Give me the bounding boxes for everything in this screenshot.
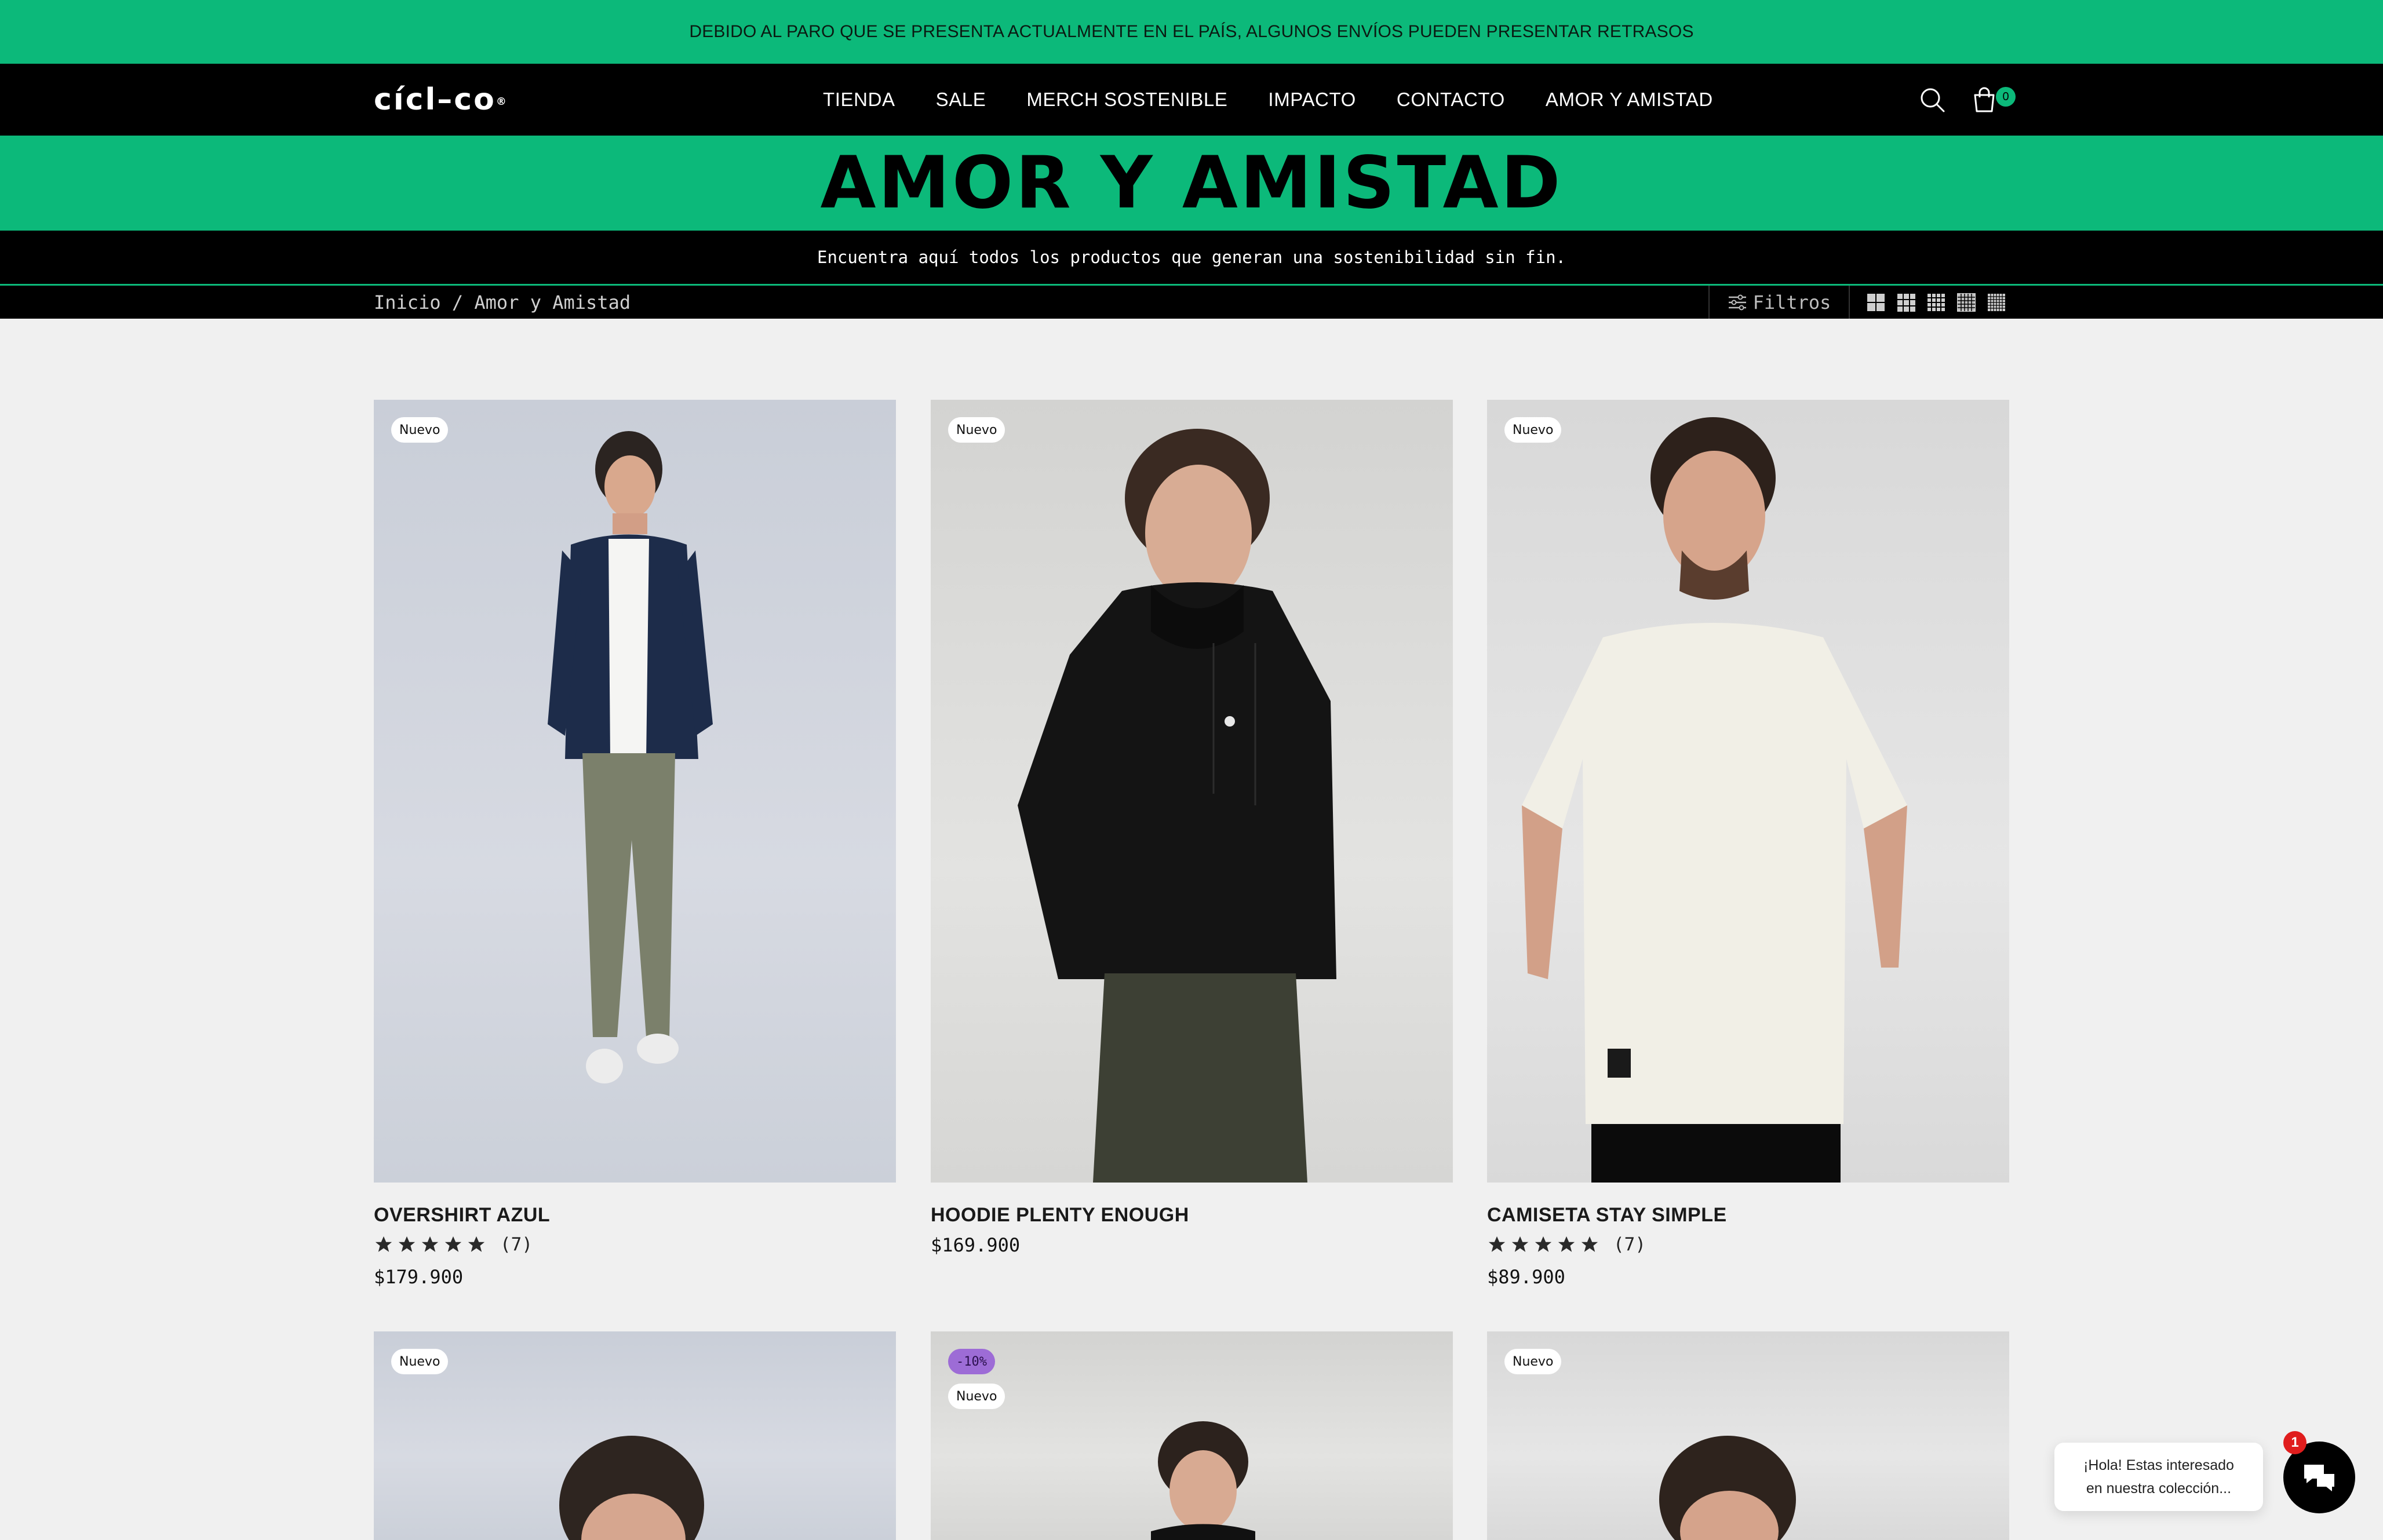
nav-amor-y-amistad[interactable]: AMOR Y AMISTAD (1546, 89, 1713, 111)
nav-sale[interactable]: SALE (936, 89, 986, 111)
grid-view-switcher (1866, 293, 2006, 312)
product-photo (1151, 1421, 1255, 1540)
badge-new: Nuevo (391, 1349, 449, 1374)
cart-count-badge: 0 (1996, 87, 2016, 107)
star-icon (421, 1236, 439, 1252)
badge-discount: -10% (948, 1349, 995, 1374)
product-price: $89.900 (1487, 1266, 1565, 1288)
nav-merch-sostenible[interactable]: MERCH SOSTENIBLE (1026, 89, 1227, 111)
collection-title: AMOR Y AMISTAD (820, 141, 1563, 225)
product-rating: (7) (1487, 1234, 1646, 1255)
nav-tienda[interactable]: TIENDA (823, 89, 895, 111)
product-photo-overshirt (548, 431, 713, 1083)
brand-logo[interactable]: cícl–co® (374, 83, 508, 116)
star-icon (375, 1236, 392, 1252)
chat-greeting[interactable]: ¡Hola! Estas interesado en nuestra colecc… (2054, 1443, 2263, 1511)
product-image[interactable]: -10% Nuevo (931, 1331, 1453, 1540)
badge-new: Nuevo (1504, 1349, 1562, 1374)
product-title[interactable]: OVERSHIRT AZUL (374, 1204, 550, 1227)
product-image[interactable]: Nuevo (931, 400, 1453, 1183)
search-icon[interactable] (1918, 86, 1946, 114)
announcement-bar: DEBIDO AL PARO QUE SE PRESENTA ACTUALMEN… (0, 0, 2383, 64)
chat-unread-badge: 1 (2283, 1431, 2307, 1454)
grid-4-icon[interactable] (1926, 293, 1946, 312)
announcement-text: DEBIDO AL PARO QUE SE PRESENTA ACTUALMEN… (689, 22, 1694, 41)
chat-bubbles-icon (2304, 1465, 2334, 1491)
product-photo (559, 1436, 704, 1540)
collection-subtitle-bar: Encuentra aquí todos los productos que g… (0, 231, 2383, 284)
grid-5-icon[interactable] (1956, 293, 1976, 312)
product-photo (1659, 1436, 1796, 1540)
grid-6-icon[interactable] (1987, 293, 2006, 312)
product-image[interactable]: Nuevo (374, 400, 896, 1183)
star-icon (1511, 1236, 1529, 1252)
star-icon (1535, 1236, 1552, 1252)
star-icon (1581, 1236, 1598, 1252)
site-header: cícl–co® TIENDA SALE MERCH SOSTENIBLE IM… (0, 64, 2383, 136)
badge-new: Nuevo (948, 1384, 1005, 1409)
star-icon (398, 1236, 416, 1252)
product-image[interactable]: Nuevo (1487, 400, 2009, 1183)
sliders-icon (1728, 294, 1746, 310)
product-title[interactable]: CAMISETA STAY SIMPLE (1487, 1204, 1727, 1227)
product-photo-tshirt (1522, 417, 1907, 1183)
product-title[interactable]: HOODIE PLENTY ENOUGH (931, 1204, 1189, 1227)
nav-impacto[interactable]: IMPACTO (1268, 89, 1356, 111)
nav-contacto[interactable]: CONTACTO (1397, 89, 1505, 111)
star-icon (444, 1236, 462, 1252)
filters-button[interactable]: Filtros (1708, 286, 1850, 319)
review-count: (7) (1613, 1234, 1646, 1255)
grid-3-icon[interactable] (1896, 293, 1916, 312)
badge-new: Nuevo (391, 417, 449, 443)
product-rating: (7) (374, 1234, 533, 1255)
main-nav: TIENDA SALE MERCH SOSTENIBLE IMPACTO CON… (823, 64, 1713, 136)
product-price: $169.900 (931, 1234, 1021, 1256)
star-icon (1488, 1236, 1506, 1252)
grid-2-icon[interactable] (1866, 293, 1886, 312)
star-icon (468, 1236, 485, 1252)
collection-subtitle: Encuentra aquí todos los productos que g… (817, 247, 1566, 267)
breadcrumb[interactable]: Inicio / Amor y Amistad (374, 291, 631, 313)
collection-toolbar: Inicio / Amor y Amistad Filtros (0, 284, 2383, 319)
filters-label: Filtros (1752, 291, 1831, 313)
badge-new: Nuevo (948, 417, 1005, 443)
product-image[interactable]: Nuevo (1487, 1331, 2009, 1540)
star-icon (1558, 1236, 1575, 1252)
product-photo-hoodie (1018, 429, 1336, 1183)
review-count: (7) (500, 1234, 533, 1255)
product-image[interactable]: Nuevo (374, 1331, 896, 1540)
collection-hero: AMOR Y AMISTAD (0, 136, 2383, 231)
badge-new: Nuevo (1504, 417, 1562, 443)
shopping-bag-icon[interactable] (1970, 86, 1998, 114)
product-price: $179.900 (374, 1266, 464, 1288)
